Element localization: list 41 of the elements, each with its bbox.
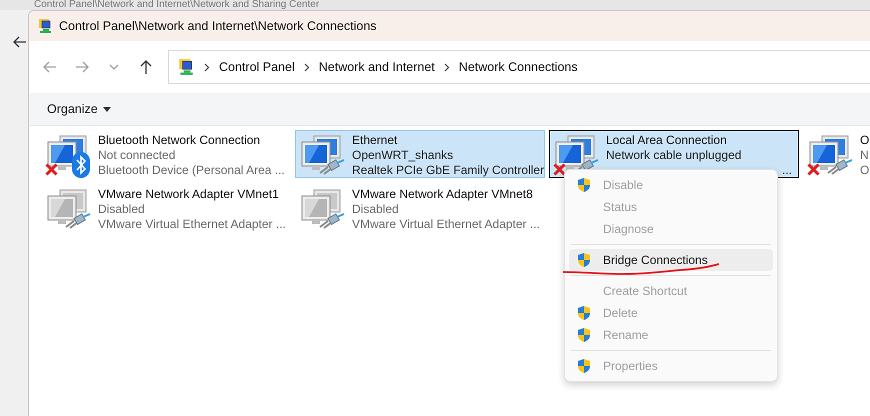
organize-button[interactable]: Organize	[41, 99, 117, 119]
menu-item[interactable]: Bridge Connections	[569, 249, 773, 271]
breadcrumb-item[interactable]: Network and Internet	[318, 60, 435, 74]
connection-item[interactable]: Bluetooth Network Connection Not connected Bluetooth Device (Personal Area ...	[41, 130, 291, 178]
chevron-icon	[444, 62, 450, 72]
breadcrumb-item[interactable]: Network Connections	[458, 60, 578, 74]
chevron-icon	[304, 62, 310, 72]
cable-icon	[318, 213, 346, 229]
cable-icon	[318, 159, 346, 175]
control-panel-icon	[177, 58, 195, 76]
connection-status: OpenWRT_shanks	[352, 148, 454, 163]
connection-item[interactable]: Ethernet OpenWRT_shanks Realtek PCIe GbE Family Controller	[295, 130, 545, 178]
connection-name: VMware Network Adapter VMnet8	[352, 187, 534, 202]
connection-name: O	[860, 133, 870, 148]
adapter-name: VMware Virtual Ethernet Adapter ...	[98, 217, 287, 232]
adapter-name: O	[860, 163, 870, 178]
connection-status: N	[860, 148, 870, 163]
bluetooth-icon	[72, 152, 90, 178]
connection-status: Not connected	[98, 148, 176, 163]
control-panel-icon	[37, 18, 53, 34]
adapter-name: VMware Virtual Ethernet Adapter ...	[352, 217, 541, 232]
address-bar[interactable]: Control Panel Network and Internet Network Connections	[168, 50, 870, 84]
window-title: Control Panel\Network and Internet\Network and Sharing Center	[34, 0, 320, 10]
chevron-icon	[204, 62, 210, 72]
connection-name: Ethernet	[352, 133, 398, 148]
caret-icon	[102, 106, 111, 112]
connection-status: Disabled	[352, 202, 400, 217]
connection-name: Local Area Connection	[606, 133, 728, 148]
adapter-name: Bluetooth Device (Personal Area ...	[98, 163, 286, 178]
window-title: Control Panel\Network and Internet\Network Connections	[59, 19, 377, 33]
connection-name: Bluetooth Network Connection	[98, 133, 262, 148]
breadcrumb-item[interactable]: Control Panel	[219, 60, 295, 74]
adapter-name: ...	[782, 163, 793, 178]
connection-status: Disabled	[98, 202, 146, 217]
connection-name: VMware Network Adapter VMnet1	[98, 187, 280, 202]
connection-item[interactable]: O N O	[803, 130, 870, 178]
cable-icon	[826, 159, 854, 175]
connection-status: Network cable unplugged	[606, 148, 742, 163]
adapter-name: Realtek PCIe GbE Family Controller	[352, 163, 544, 178]
back-arrow-icon[interactable]	[13, 36, 27, 48]
cable-icon	[64, 213, 92, 229]
